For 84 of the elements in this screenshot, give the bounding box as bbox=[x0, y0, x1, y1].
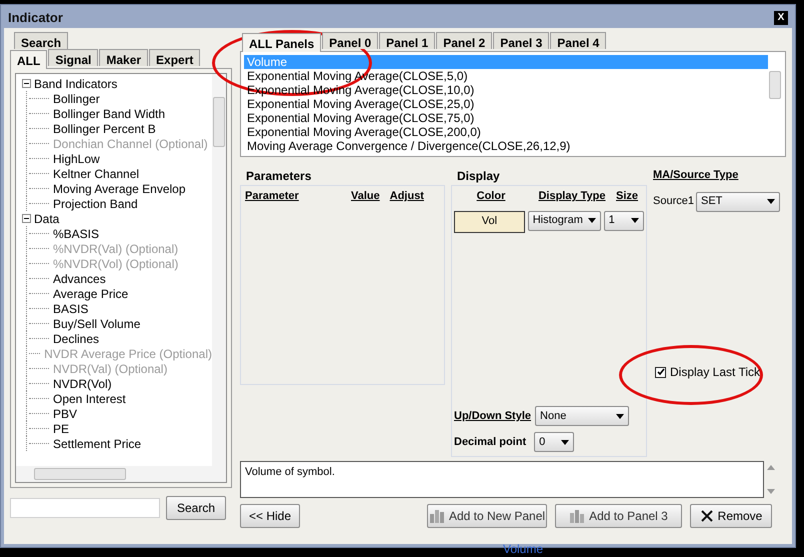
scroll-down-icon[interactable] bbox=[767, 489, 775, 494]
tree-item[interactable]: Open Interest bbox=[53, 390, 126, 408]
add-button[interactable]: Add to New Panel bbox=[427, 504, 547, 528]
chart-icon bbox=[569, 508, 586, 524]
field-label: Up/Down Style bbox=[454, 408, 532, 424]
tab[interactable]: ALL bbox=[10, 50, 48, 69]
tree-group-label[interactable]: Data bbox=[34, 210, 60, 228]
tree-group-label[interactable]: Band Indicators bbox=[34, 74, 118, 92]
tree-item[interactable]: Buy/Sell Volume bbox=[53, 314, 140, 332]
column-header: Display Type bbox=[537, 189, 607, 204]
tab[interactable]: Panel 1 bbox=[379, 32, 436, 49]
tree-item[interactable]: %BASIS bbox=[53, 224, 100, 242]
indicator-label: Moving Average Convergence / Divergence(CLOSE,26,12,9) bbox=[247, 139, 570, 153]
tree-item[interactable]: Bollinger bbox=[53, 90, 100, 108]
column-header: Adjust bbox=[390, 189, 424, 204]
tab[interactable]: Panel 3 bbox=[493, 32, 550, 49]
column-header: Parameter bbox=[245, 189, 300, 204]
chart-icon bbox=[428, 508, 445, 524]
display-type-dropdown[interactable]: Histogram bbox=[528, 210, 601, 230]
tree-item[interactable]: Advances bbox=[53, 270, 106, 288]
search-button[interactable]: Search bbox=[166, 496, 226, 520]
tree-item[interactable]: Settlement Price bbox=[53, 434, 142, 452]
tab[interactable]: Search bbox=[14, 32, 68, 49]
horizontal-scrollbar[interactable] bbox=[16, 466, 226, 482]
tab[interactable]: Expert bbox=[149, 49, 200, 66]
remove-button[interactable]: Remove bbox=[690, 504, 772, 528]
tree-item[interactable]: Keltner Channel bbox=[53, 164, 140, 182]
tree-item[interactable]: Bollinger Percent B bbox=[53, 120, 156, 138]
field-label: Decimal point bbox=[454, 434, 526, 450]
decimal-point-dropdown[interactable]: 0 bbox=[534, 432, 574, 452]
hide-button[interactable]: << Hide bbox=[240, 504, 300, 528]
group-title: Parameters bbox=[245, 168, 312, 185]
group-title: Display bbox=[456, 168, 501, 185]
up-down-style-dropdown[interactable]: None bbox=[535, 406, 630, 426]
column-header: Color bbox=[476, 189, 506, 204]
tree-item[interactable]: NVDR(Vol) bbox=[53, 374, 112, 392]
checkbox[interactable] bbox=[655, 366, 666, 378]
indicator-list-item[interactable]: Moving Average Convergence / Divergence(CLOSE,26,12,9) bbox=[244, 139, 768, 153]
color-swatch[interactable]: Vol bbox=[454, 210, 525, 232]
tab[interactable]: ALL Panels bbox=[242, 33, 322, 52]
close-button[interactable]: X bbox=[774, 11, 788, 25]
window-title: Indicator bbox=[8, 9, 63, 28]
indicator-list-item[interactable]: Exponential Moving Average(CLOSE,200,0) bbox=[244, 125, 768, 139]
indicator-list-item[interactable]: Exponential Moving Average(CLOSE,25,0) bbox=[244, 97, 768, 111]
source-dropdown[interactable]: SET bbox=[696, 192, 780, 212]
tree-item[interactable]: Average Price bbox=[53, 284, 128, 302]
close-icon bbox=[700, 509, 714, 523]
search-field[interactable] bbox=[10, 498, 160, 518]
collapse-icon[interactable] bbox=[22, 79, 31, 88]
tree-item[interactable]: PE bbox=[53, 420, 70, 438]
indicator-label: Volume bbox=[247, 55, 288, 69]
indicator-label: Exponential Moving Average(CLOSE,200,0) bbox=[247, 125, 481, 139]
dropdown-caret-icon bbox=[616, 414, 624, 418]
field-label: Source1 bbox=[653, 194, 694, 210]
tree-item[interactable]: BASIS bbox=[53, 300, 88, 318]
dropdown-caret-icon bbox=[561, 440, 570, 444]
description-box: Volume of symbol. bbox=[240, 461, 764, 498]
tab[interactable]: Panel 0 bbox=[322, 32, 378, 49]
dropdown-caret-icon bbox=[766, 199, 775, 204]
tab[interactable]: Signal bbox=[48, 49, 98, 66]
checkbox-label: Display Last Tick bbox=[670, 364, 760, 381]
tree-item[interactable]: Projection Band bbox=[53, 194, 138, 212]
column-header: Value bbox=[351, 189, 380, 204]
tree-item[interactable]: Declines bbox=[53, 330, 100, 348]
dropdown-caret-icon bbox=[631, 218, 640, 223]
add-button[interactable]: Add to Panel 3 bbox=[555, 504, 682, 528]
tab[interactable]: Panel 4 bbox=[550, 32, 606, 49]
tree-item[interactable]: HighLow bbox=[53, 150, 100, 168]
indicator-label: Exponential Moving Average(CLOSE,75,0) bbox=[247, 111, 474, 125]
section-title: MA/Source Type bbox=[653, 168, 740, 183]
indicator-label: Exponential Moving Average(CLOSE,25,0) bbox=[247, 97, 474, 111]
collapse-icon[interactable] bbox=[22, 214, 31, 223]
tree-item[interactable]: Moving Average Envelop bbox=[53, 180, 186, 198]
tab[interactable]: Panel 2 bbox=[436, 32, 492, 49]
indicator-list-item[interactable]: Exponential Moving Average(CLOSE,75,0) bbox=[244, 111, 768, 125]
size-dropdown[interactable]: 1 bbox=[604, 210, 644, 230]
column-header: Size bbox=[616, 189, 638, 204]
scroll-up-icon[interactable] bbox=[767, 465, 775, 470]
tab[interactable]: Maker bbox=[99, 49, 148, 66]
checkmark-icon bbox=[656, 368, 664, 376]
vertical-scrollbar[interactable] bbox=[212, 74, 226, 466]
tree-item[interactable]: PBV bbox=[53, 404, 78, 422]
tree-item[interactable]: Bollinger Band Width bbox=[53, 104, 166, 122]
dropdown-caret-icon bbox=[588, 218, 596, 223]
